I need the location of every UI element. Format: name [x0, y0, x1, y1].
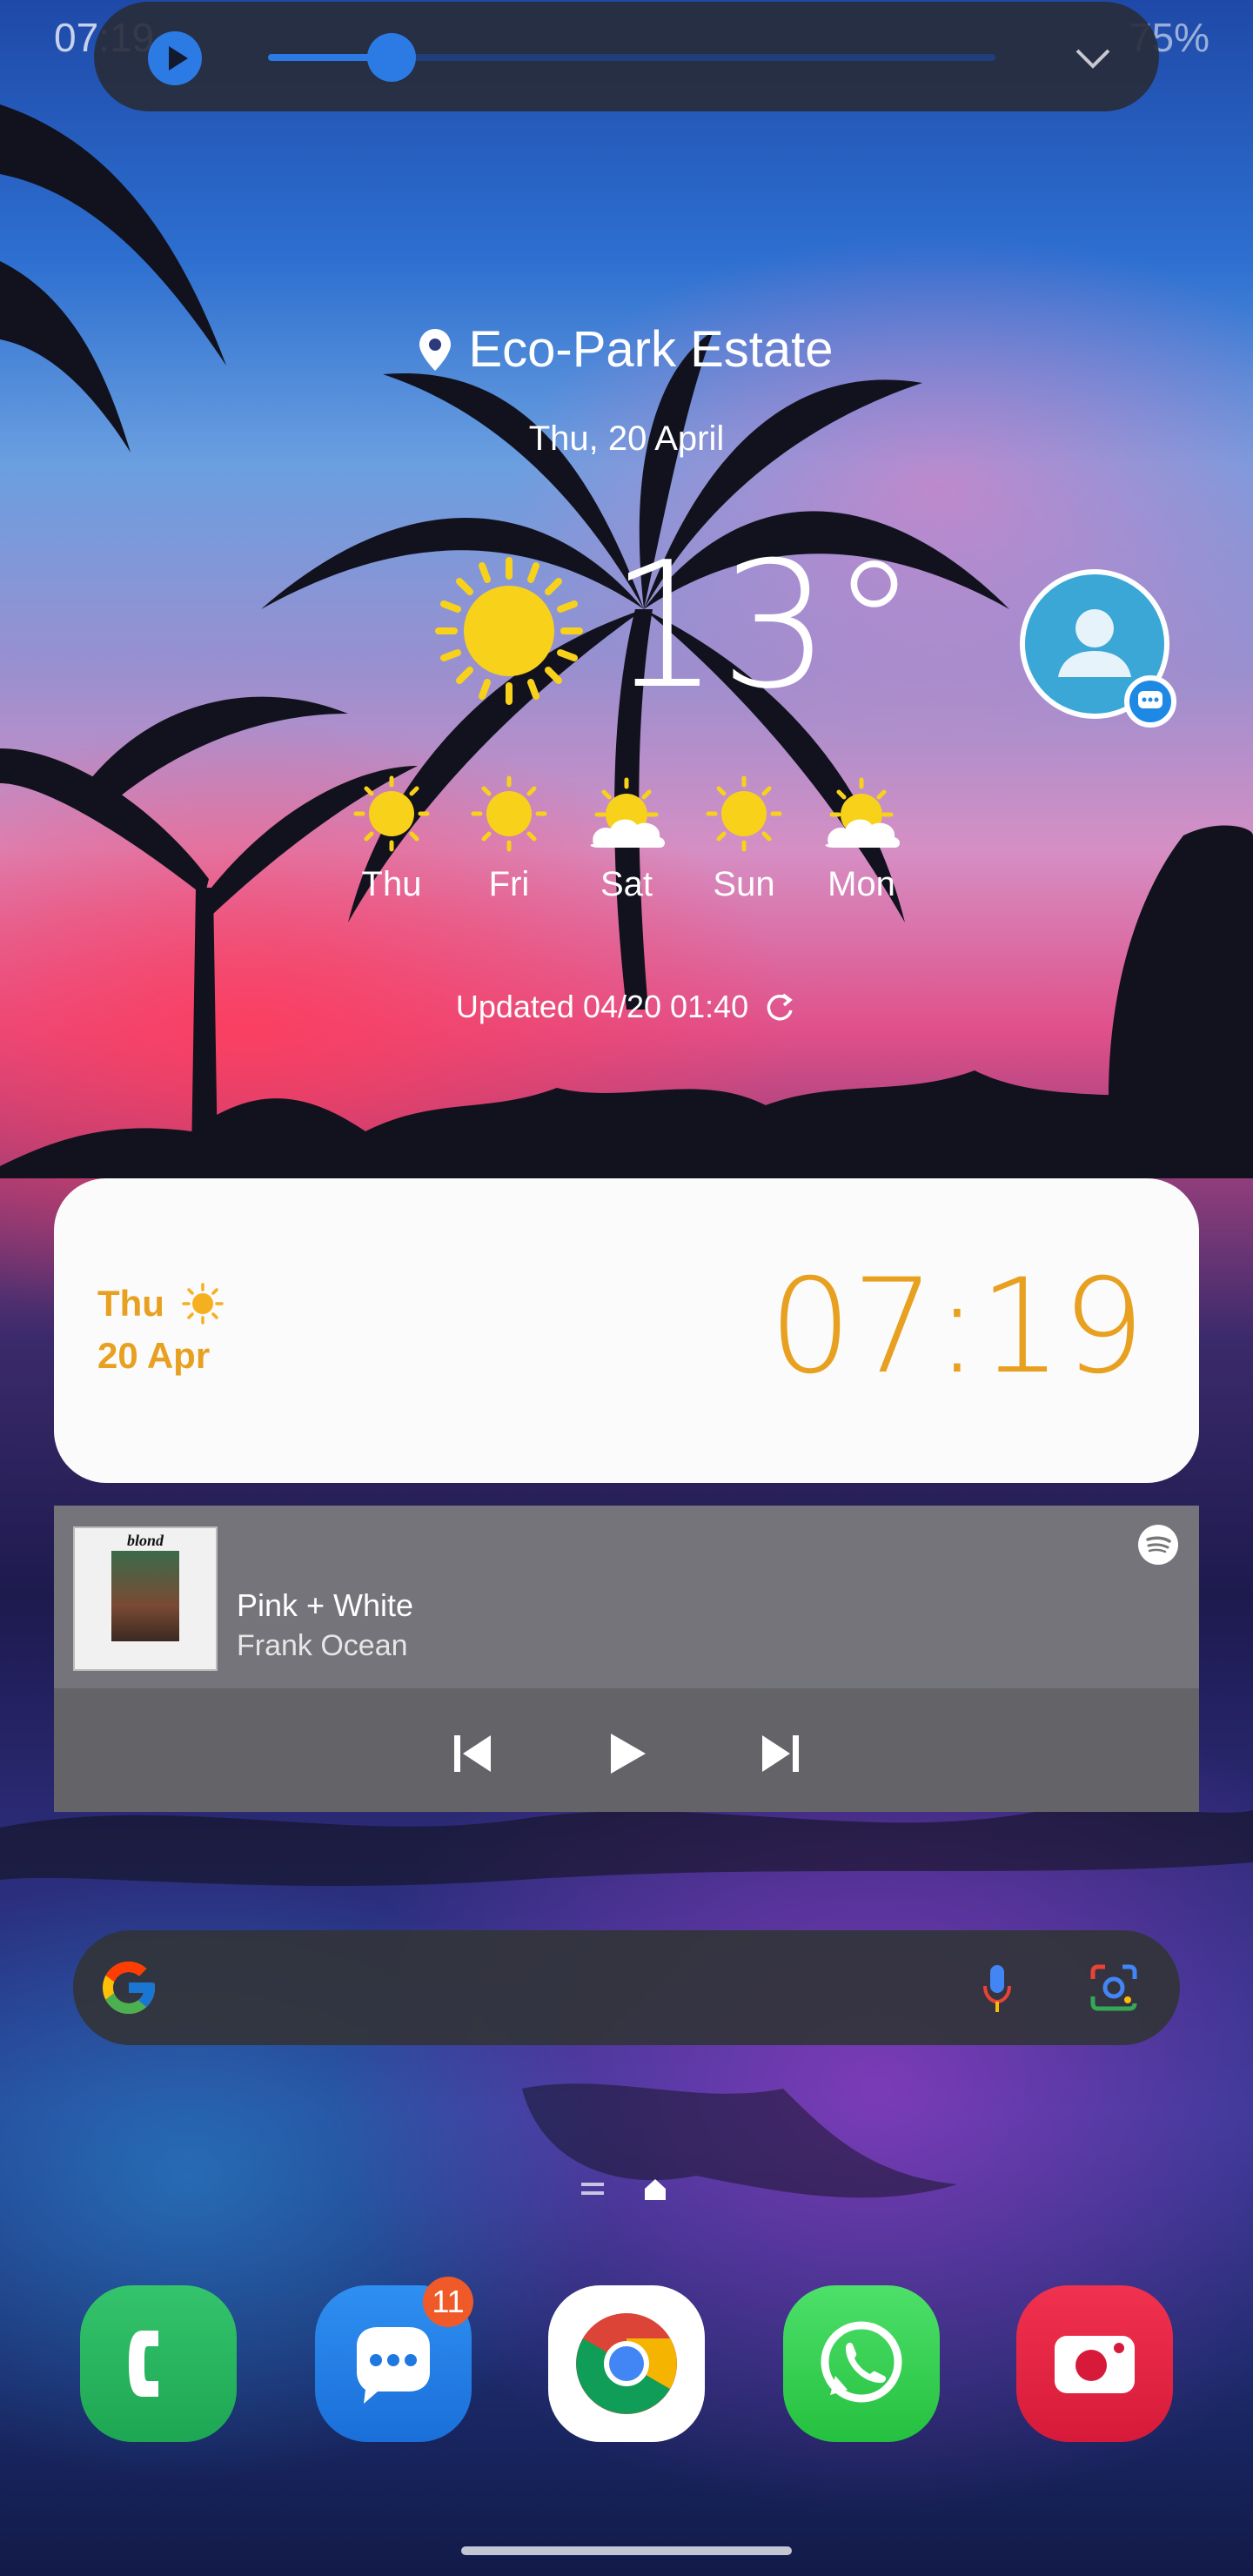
weather-date: Thu, 20 April: [528, 419, 725, 458]
sun-icon: [435, 557, 583, 705]
updated-text: Updated 04/20 01:40: [455, 989, 749, 1024]
home-icon[interactable]: [642, 2177, 668, 2203]
forecast-day: Sun: [692, 775, 796, 904]
song-title: Pink + White: [237, 1587, 414, 1623]
skip-previous-icon[interactable]: [442, 1723, 503, 1784]
forecast-day-label: Fri: [488, 865, 530, 903]
mic-icon[interactable]: [980, 1962, 1015, 2017]
forecast-day: Fri: [457, 775, 561, 904]
album-photo: [111, 1551, 179, 1641]
phone-app-icon[interactable]: [80, 2285, 237, 2442]
menu-lines-icon[interactable]: [581, 2179, 604, 2200]
refresh-icon[interactable]: [762, 989, 797, 1024]
google-logo-icon: [103, 1962, 155, 2014]
messages-unread-badge: 11: [423, 2277, 473, 2327]
forecast-day-label: Mon: [828, 865, 895, 903]
song-artist: Frank Ocean: [237, 1629, 408, 1662]
skip-next-icon[interactable]: [750, 1723, 811, 1784]
partly-cloudy-icon: [825, 777, 900, 848]
google-lens-icon[interactable]: [1086, 1960, 1142, 2016]
forecast-day: Thu: [339, 775, 444, 904]
overlay-play-button[interactable]: [148, 31, 202, 85]
chevron-down-icon[interactable]: [1074, 38, 1112, 77]
message-bubble-icon: [1124, 675, 1176, 728]
forecast-day: Sat: [574, 775, 679, 904]
play-icon[interactable]: [595, 1723, 656, 1784]
sun-icon: [706, 775, 782, 852]
camera-app-icon[interactable]: [1016, 2285, 1173, 2442]
location-name: Eco-Park Estate: [468, 321, 834, 378]
album-art-text: blond: [126, 1532, 164, 1549]
forecast-day-label: Thu: [361, 865, 422, 903]
clock-day: Thu: [97, 1281, 225, 1326]
sun-icon: [181, 1283, 224, 1325]
clock-date: 20 Apr: [97, 1335, 211, 1376]
weather-updated: Updated 04/20 01:40: [0, 989, 1253, 1025]
page-indicator[interactable]: [581, 2172, 668, 2207]
gesture-nav-bar[interactable]: [461, 2546, 792, 2555]
weather-location[interactable]: Eco-Park Estate: [0, 320, 1253, 383]
forecast-day-label: Sun: [713, 865, 775, 903]
chrome-app-icon[interactable]: [548, 2285, 705, 2442]
location-pin-icon: [419, 328, 452, 371]
seek-thumb[interactable]: [367, 33, 417, 82]
current-temperature: 13°: [609, 525, 918, 728]
clock-time: 07:19: [768, 1251, 1145, 1403]
whatsapp-app-icon[interactable]: [783, 2285, 940, 2442]
clock-day-label: Thu: [97, 1283, 164, 1324]
forecast-day: Mon: [809, 775, 914, 904]
sun-icon: [353, 775, 430, 852]
weather-forecast[interactable]: Thu Fri Sat Sun Mon: [339, 775, 914, 904]
forecast-day-label: Sat: [600, 865, 653, 903]
partly-cloudy-icon: [590, 777, 665, 848]
spotify-icon[interactable]: [1138, 1525, 1178, 1565]
sun-icon: [471, 775, 547, 852]
